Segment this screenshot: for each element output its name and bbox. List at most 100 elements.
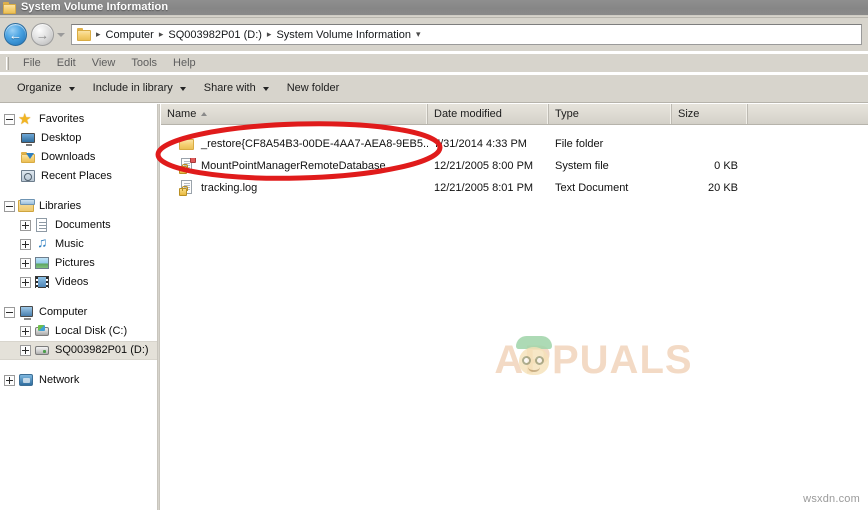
table-row[interactable]: tracking.log 12/21/2005 8:01 PM Text Doc… xyxy=(161,177,868,199)
sidebar-group-favorites[interactable]: Favorites xyxy=(0,110,157,129)
forward-button[interactable]: → xyxy=(31,23,54,46)
collapse-icon[interactable] xyxy=(4,307,15,318)
explorer-body: Favorites Desktop Downloads Recent Place… xyxy=(0,104,868,510)
share-with-label: Share with xyxy=(203,82,256,94)
title-bar: System Volume Information xyxy=(0,0,868,15)
include-in-library-button[interactable]: Include in library xyxy=(84,78,195,99)
sidebar-item-pictures[interactable]: Pictures xyxy=(0,254,157,273)
breadcrumb-trailing-caret-icon[interactable]: ▾ xyxy=(414,29,423,40)
menu-item-help[interactable]: Help xyxy=(165,55,204,72)
file-date-cell: 12/21/2005 8:00 PM xyxy=(434,160,534,172)
file-type-cell: File folder xyxy=(555,138,604,150)
file-name-cell[interactable]: _restore{CF8A54B3-00DE-4AA7-AEA8-9EB5... xyxy=(161,136,428,152)
expand-icon[interactable] xyxy=(20,277,31,288)
chevron-down-icon xyxy=(179,86,186,91)
collapse-icon[interactable] xyxy=(4,114,15,125)
computer-icon xyxy=(18,305,34,320)
file-name-label: MountPointManagerRemoteDatabase xyxy=(201,160,386,172)
recent-pages-dropdown-icon[interactable] xyxy=(56,23,67,46)
file-name-cell[interactable]: MountPointManagerRemoteDatabase xyxy=(161,158,428,174)
file-name-cell[interactable]: tracking.log xyxy=(161,180,428,196)
expand-icon[interactable] xyxy=(20,239,31,250)
menu-item-view[interactable]: View xyxy=(84,55,124,72)
expand-icon[interactable] xyxy=(4,375,15,386)
site-credit: wsxdn.com xyxy=(803,493,860,505)
breadcrumb-item-drive[interactable]: SQ003982P01 (D:) xyxy=(165,27,265,43)
sidebar-label-sq003982p01-d: SQ003982P01 (D:) xyxy=(55,344,149,356)
file-type-cell: Text Document xyxy=(555,182,629,194)
breadcrumb-separator-icon[interactable]: ▸ xyxy=(94,29,103,40)
back-arrow-icon: ← xyxy=(9,27,22,42)
sidebar-item-videos[interactable]: Videos xyxy=(0,273,157,292)
breadcrumb[interactable]: ▸ Computer ▸ SQ003982P01 (D:) ▸ System V… xyxy=(71,24,862,45)
pictures-icon xyxy=(34,256,50,271)
share-with-button[interactable]: Share with xyxy=(195,78,278,99)
collapse-icon[interactable] xyxy=(4,201,15,212)
sidebar-item-downloads[interactable]: Downloads xyxy=(0,148,157,167)
menu-item-file[interactable]: File xyxy=(15,55,49,72)
menu-item-edit[interactable]: Edit xyxy=(49,55,84,72)
file-list-top-spacer xyxy=(161,125,868,133)
column-header-size[interactable]: Size xyxy=(672,104,748,124)
column-header-name-label: Name xyxy=(167,107,197,120)
sidebar-item-local-disk-c[interactable]: Local Disk (C:) xyxy=(0,322,157,341)
locked-system-file-icon xyxy=(179,158,196,174)
sidebar-group-network[interactable]: Network xyxy=(0,371,157,390)
sidebar-label-documents: Documents xyxy=(55,219,111,231)
address-folder-icon xyxy=(77,28,91,41)
sidebar-item-desktop[interactable]: Desktop xyxy=(0,129,157,148)
breadcrumb-separator-icon[interactable]: ▸ xyxy=(157,29,166,40)
menu-grip-icon xyxy=(6,56,9,70)
chevron-down-icon xyxy=(68,86,75,91)
expand-icon[interactable] xyxy=(20,345,31,356)
sidebar-label-network: Network xyxy=(39,374,80,386)
organize-button[interactable]: Organize xyxy=(8,78,84,99)
documents-icon xyxy=(34,218,50,233)
folder-icon xyxy=(3,1,16,14)
locked-text-file-icon xyxy=(179,180,195,196)
mascot-icon xyxy=(514,336,554,382)
sidebar-label-libraries: Libraries xyxy=(39,200,82,212)
sidebar-label-desktop: Desktop xyxy=(41,132,82,144)
network-icon xyxy=(18,373,34,388)
folder-icon xyxy=(179,136,195,152)
include-in-library-label: Include in library xyxy=(92,82,173,94)
file-list-pane[interactable]: Name Date modified Type Size _restore{CF… xyxy=(161,104,868,510)
menu-item-tools[interactable]: Tools xyxy=(123,55,165,72)
new-folder-button[interactable]: New folder xyxy=(278,78,349,99)
expand-icon[interactable] xyxy=(20,326,31,337)
table-row[interactable]: _restore{CF8A54B3-00DE-4AA7-AEA8-9EB5...… xyxy=(161,133,868,155)
column-header-filler xyxy=(748,104,868,124)
column-header-type[interactable]: Type xyxy=(549,104,672,124)
column-header-date-modified[interactable]: Date modified xyxy=(428,104,549,124)
recent-places-icon xyxy=(20,169,36,184)
sidebar-label-recent-places: Recent Places xyxy=(41,170,112,182)
column-header-name[interactable]: Name xyxy=(161,104,428,124)
sidebar-item-sq003982p01-d[interactable]: SQ003982P01 (D:) xyxy=(0,341,157,360)
back-button[interactable]: ← xyxy=(4,23,27,46)
expand-icon[interactable] xyxy=(20,220,31,231)
file-size-cell: 0 KB xyxy=(714,160,738,172)
sidebar-label-videos: Videos xyxy=(55,276,89,288)
expand-icon[interactable] xyxy=(20,258,31,269)
file-name-label: _restore{CF8A54B3-00DE-4AA7-AEA8-9EB5... xyxy=(201,138,428,150)
breadcrumb-item-computer[interactable]: Computer xyxy=(103,27,157,43)
sidebar-item-music[interactable]: Music xyxy=(0,235,157,254)
table-row[interactable]: MountPointManagerRemoteDatabase 12/21/20… xyxy=(161,155,868,177)
file-date-cell: 12/21/2005 8:01 PM xyxy=(434,182,534,194)
sidebar-group-computer[interactable]: Computer xyxy=(0,303,157,322)
breadcrumb-separator-icon[interactable]: ▸ xyxy=(265,29,274,40)
command-toolbar: Organize Include in library Share with N… xyxy=(0,74,868,103)
pane-splitter[interactable] xyxy=(157,104,160,510)
sidebar-group-libraries[interactable]: Libraries xyxy=(0,197,157,216)
watermark-text: APPUALS xyxy=(494,337,693,382)
sidebar-item-documents[interactable]: Documents xyxy=(0,216,157,235)
breadcrumb-item-system-volume-information[interactable]: System Volume Information xyxy=(273,27,414,43)
column-header-date-modified-label: Date modified xyxy=(434,107,502,120)
sidebar-item-recent-places[interactable]: Recent Places xyxy=(0,167,157,186)
address-bar-row: ← → ▸ Computer ▸ SQ003982P01 (D:) ▸ Syst… xyxy=(0,18,868,51)
new-folder-label: New folder xyxy=(286,82,340,94)
navigation-pane[interactable]: Favorites Desktop Downloads Recent Place… xyxy=(0,104,157,510)
